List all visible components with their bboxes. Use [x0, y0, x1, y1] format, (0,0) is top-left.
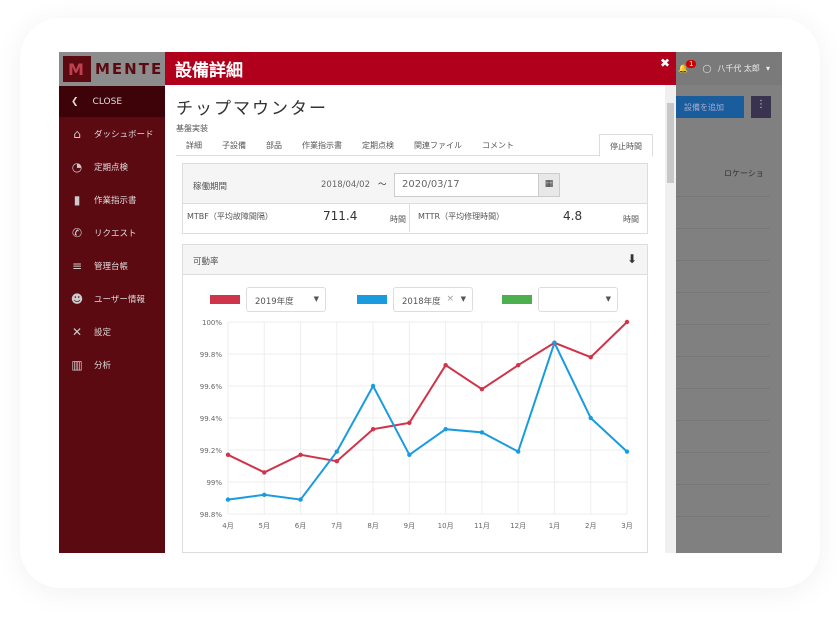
x-tick-label: 1月 [549, 522, 560, 530]
data-point [225, 497, 231, 502]
x-tick-label: 9月 [404, 522, 415, 530]
data-point [225, 452, 231, 457]
y-tick-label: 99% [206, 479, 222, 487]
data-point [479, 430, 485, 435]
data-point [370, 383, 376, 389]
y-tick-label: 99.8% [200, 351, 223, 359]
data-point [262, 492, 267, 497]
y-tick-label: 99.6% [200, 383, 223, 391]
x-tick-label: 12月 [510, 522, 526, 530]
x-tick-label: 10月 [438, 522, 454, 530]
y-tick-label: 100% [202, 319, 222, 327]
y-tick-label: 99.2% [200, 447, 223, 455]
x-tick-label: 2月 [585, 522, 596, 530]
data-point [552, 340, 557, 345]
x-tick-label: 6月 [295, 522, 306, 530]
x-tick-label: 3月 [621, 522, 632, 530]
x-tick-label: 4月 [222, 522, 233, 530]
data-point [624, 319, 630, 325]
data-point [588, 415, 593, 421]
series-line-1 [227, 340, 628, 501]
data-point [262, 470, 267, 475]
x-tick-label: 11月 [474, 522, 490, 530]
data-point [370, 427, 376, 432]
data-point [515, 449, 521, 454]
data-point [479, 387, 485, 392]
data-point [407, 452, 412, 457]
availability-chart: 100% 99.8% 99.6% 99.4% 99.2% 99% 98.8% 4月 5月 6月 7月… [200, 319, 633, 530]
data-point [443, 363, 448, 368]
data-point [515, 363, 521, 368]
data-point [334, 449, 340, 454]
data-point [443, 427, 448, 432]
data-point [334, 459, 340, 464]
x-tick-label: 7月 [331, 522, 342, 530]
y-tick-label: 99.4% [200, 415, 223, 423]
data-point [298, 497, 303, 502]
y-tick-label: 98.8% [200, 511, 223, 519]
x-tick-label: 5月 [259, 522, 270, 530]
x-tick-label: 8月 [367, 522, 378, 530]
app-screen: M MENTE ❮ CLOSE ⌂ ダッシュボード ◔ 定期点検 ▮ 作業指示書 ✆ リクエスト ≡… [59, 52, 782, 553]
data-point [588, 355, 593, 360]
data-point [624, 449, 630, 454]
data-point [407, 420, 412, 425]
data-point [298, 452, 303, 457]
